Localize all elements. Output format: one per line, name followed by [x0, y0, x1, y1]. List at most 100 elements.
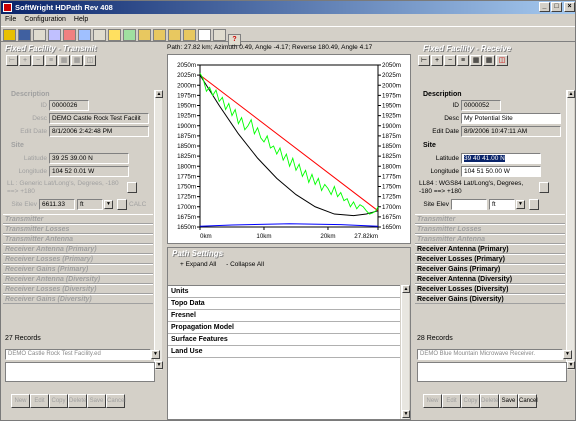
- print-icon[interactable]: [33, 29, 46, 41]
- section-header[interactable]: Transmitter: [3, 214, 153, 224]
- id-field[interactable]: 0000052: [461, 100, 501, 111]
- desc-field[interactable]: DEMO Castle Rock Test Facilit: [49, 113, 149, 124]
- section-header[interactable]: Transmitter Antenna: [3, 234, 153, 244]
- section-header[interactable]: Receiver Gains (Primary): [3, 264, 153, 274]
- right-record-select[interactable]: DEMO Blue Mountain Microwave Receiver.: [417, 349, 563, 360]
- save-icon[interactable]: [18, 29, 31, 41]
- expand-all-link[interactable]: + Expand All: [180, 261, 216, 268]
- remove-icon[interactable]: −: [32, 55, 44, 66]
- calc-label[interactable]: CALC: [129, 201, 146, 208]
- remove-icon[interactable]: −: [444, 55, 456, 66]
- first-record-icon[interactable]: ⊢: [6, 55, 18, 66]
- grid-icon[interactable]: ▦: [470, 55, 482, 66]
- edit-button[interactable]: Edit: [30, 394, 49, 408]
- chevron-down-icon[interactable]: ▼: [516, 200, 525, 209]
- delete-button[interactable]: Delete: [68, 394, 87, 408]
- chevron-down-icon[interactable]: ▼: [563, 350, 572, 359]
- tag-icon[interactable]: ◫: [496, 55, 508, 66]
- tag-icon[interactable]: ◫: [84, 55, 96, 66]
- copy-button[interactable]: Copy: [461, 394, 480, 408]
- ll-picker-button[interactable]: [127, 182, 137, 193]
- new-button[interactable]: New: [11, 394, 30, 408]
- section-header[interactable]: Receiver Losses (Primary): [3, 254, 153, 264]
- document-icon[interactable]: [198, 29, 211, 41]
- left-record-select[interactable]: DEMO Castle Rock Test Facility.ed: [5, 349, 151, 360]
- center-scrollbar[interactable]: ▲ ▼: [401, 285, 410, 419]
- maximize-button[interactable]: □: [551, 2, 562, 12]
- chart-icon[interactable]: [123, 29, 136, 41]
- folder-icon[interactable]: [168, 29, 181, 41]
- collapse-all-link[interactable]: - Collapse All: [226, 261, 264, 268]
- save-button[interactable]: Save: [87, 394, 106, 408]
- folder-icon[interactable]: [153, 29, 166, 41]
- menu-configuration[interactable]: Configuration: [20, 14, 70, 25]
- refresh-icon[interactable]: [78, 29, 91, 41]
- section-header[interactable]: Transmitter Losses: [3, 224, 153, 234]
- menu-help[interactable]: Help: [70, 14, 92, 25]
- open-icon[interactable]: [3, 29, 16, 41]
- grid-icon[interactable]: ▦: [483, 55, 495, 66]
- delete-button[interactable]: Delete: [480, 394, 499, 408]
- right-notes-area[interactable]: [417, 362, 567, 382]
- add-icon[interactable]: +: [431, 55, 443, 66]
- close-button[interactable]: ×: [564, 2, 575, 12]
- cancel-button[interactable]: Cancel: [518, 394, 538, 408]
- longitude-field[interactable]: 104 51 50.00 W: [461, 166, 541, 177]
- chevron-down-icon[interactable]: ▼: [104, 200, 113, 209]
- scroll-down-icon[interactable]: ▼: [567, 361, 575, 369]
- compass-icon[interactable]: [93, 29, 106, 41]
- elev-picker-button[interactable]: [529, 199, 539, 210]
- elev-picker-button[interactable]: [117, 199, 127, 210]
- section-header[interactable]: Receiver Antenna (Primary): [415, 244, 565, 254]
- elev-unit-select[interactable]: ft: [489, 199, 515, 210]
- edit-button[interactable]: Edit: [442, 394, 461, 408]
- section-header[interactable]: Receiver Gains (Diversity): [415, 294, 565, 304]
- id-field[interactable]: 0000026: [49, 100, 89, 111]
- folder-icon[interactable]: [138, 29, 151, 41]
- new-button[interactable]: New: [423, 394, 442, 408]
- list-icon[interactable]: ≡: [45, 55, 57, 66]
- longitude-field[interactable]: 104 52 0.01 W: [49, 166, 129, 177]
- swap-icon[interactable]: [63, 29, 76, 41]
- scroll-down-icon[interactable]: ▼: [402, 410, 410, 418]
- pencil-icon[interactable]: [108, 29, 121, 41]
- path-setting-row[interactable]: Propagation Model: [168, 322, 400, 334]
- notes-icon[interactable]: [213, 29, 226, 41]
- path-setting-row[interactable]: Topo Data: [168, 298, 400, 310]
- site-elev-field[interactable]: [451, 199, 487, 210]
- section-header[interactable]: Receiver Gains (Primary): [415, 264, 565, 274]
- section-header[interactable]: Receiver Antenna (Diversity): [3, 274, 153, 284]
- section-header[interactable]: Receiver Losses (Diversity): [415, 284, 565, 294]
- path-setting-row[interactable]: Surface Features: [168, 334, 400, 346]
- editdate-field[interactable]: 8/1/2006 2:42:48 PM: [49, 126, 149, 137]
- folder-icon[interactable]: [183, 29, 196, 41]
- right-scrollbar[interactable]: ▲ ▼: [566, 90, 575, 370]
- list-icon[interactable]: ≡: [457, 55, 469, 66]
- section-header[interactable]: Transmitter Losses: [415, 224, 565, 234]
- left-notes-area[interactable]: [5, 362, 155, 382]
- grid-icon[interactable]: ▦: [58, 55, 70, 66]
- path-setting-row[interactable]: Land Use: [168, 346, 400, 358]
- section-header[interactable]: Transmitter: [415, 214, 565, 224]
- path-setting-row[interactable]: Units: [168, 286, 400, 298]
- scroll-down-icon[interactable]: ▼: [155, 361, 163, 369]
- elev-unit-select[interactable]: ft: [77, 199, 103, 210]
- latitude-field[interactable]: 39 40 41.00 N: [461, 153, 541, 164]
- grid-icon[interactable]: ▦: [71, 55, 83, 66]
- editdate-field[interactable]: 8/9/2006 10:47:11 AM: [461, 126, 561, 137]
- add-icon[interactable]: +: [19, 55, 31, 66]
- link-icon[interactable]: [48, 29, 61, 41]
- scroll-up-icon[interactable]: ▲: [567, 90, 575, 98]
- copy-button[interactable]: Copy: [49, 394, 68, 408]
- left-scrollbar[interactable]: ▲ ▼: [154, 90, 163, 370]
- section-header[interactable]: Receiver Losses (Primary): [415, 254, 565, 264]
- menu-file[interactable]: File: [1, 14, 20, 25]
- scroll-up-icon[interactable]: ▲: [155, 90, 163, 98]
- site-elev-field[interactable]: 6611.33: [39, 199, 75, 210]
- section-header[interactable]: Receiver Gains (Diversity): [3, 294, 153, 304]
- first-record-icon[interactable]: ⊢: [418, 55, 430, 66]
- save-button[interactable]: Save: [499, 394, 518, 408]
- cancel-button[interactable]: Cancel: [106, 394, 126, 408]
- path-setting-row[interactable]: Fresnel: [168, 310, 400, 322]
- section-header[interactable]: Receiver Antenna (Primary): [3, 244, 153, 254]
